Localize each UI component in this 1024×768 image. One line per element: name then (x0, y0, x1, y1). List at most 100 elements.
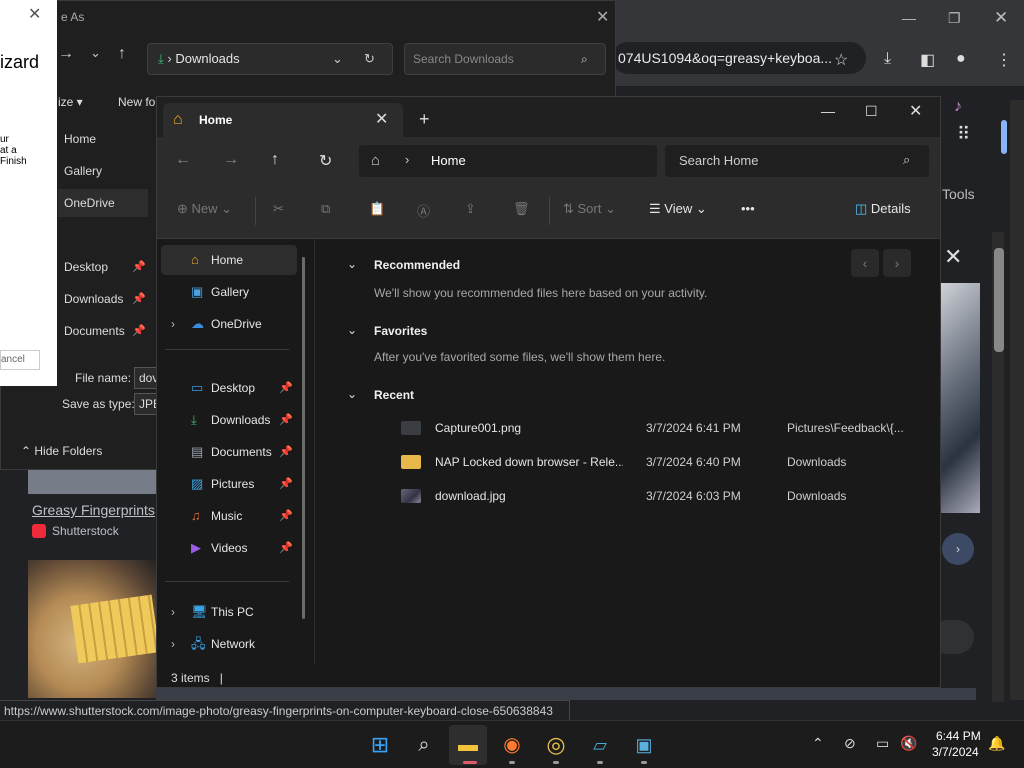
sidebar-item-pictures[interactable]: ▨ Pictures 📌 (161, 469, 297, 499)
copy-icon[interactable]: ⧉ (321, 201, 330, 217)
display-icon[interactable]: ▭ (876, 735, 889, 752)
address-dropdown-icon[interactable]: ⌄ (332, 44, 343, 74)
collapse-chevron-icon[interactable]: ⌄ (347, 323, 357, 337)
recent-dropdown-icon[interactable]: ⌄ (90, 45, 101, 61)
cut-icon[interactable]: ✂ (273, 201, 284, 217)
recommended-prev-button[interactable]: ‹ (851, 249, 879, 277)
close-preview-icon[interactable]: ✕ (944, 244, 962, 270)
collapse-chevron-icon[interactable]: ⌄ (347, 387, 357, 401)
sidebar-item-onedrive[interactable]: › ☁ OneDrive (161, 309, 297, 339)
tab-close-icon[interactable]: ✕ (375, 109, 388, 129)
rename-icon[interactable]: Ⓐ (417, 201, 430, 220)
breadcrumb[interactable]: Home (431, 153, 466, 168)
browser-minimize-icon[interactable]: — (902, 10, 916, 26)
wizard-cancel-button[interactable]: ancel (0, 350, 40, 370)
pin-icon[interactable]: 📌 (279, 437, 293, 467)
save-as-address-bar[interactable]: ⤓ › Downloads ⌄ ↻ (147, 43, 393, 75)
save-as-close-icon[interactable]: ✕ (596, 7, 609, 27)
save-as-sidebar-documents[interactable]: Documents 📌 (58, 317, 148, 345)
paste-icon[interactable]: 📋 (369, 201, 385, 217)
hide-folders-button[interactable]: ⌃ Hide Folders (21, 444, 102, 458)
minimize-icon[interactable]: — (821, 103, 835, 119)
more-options-button[interactable]: ••• (741, 201, 755, 216)
sidebar-item-music[interactable]: ♫ Music 📌 (161, 501, 297, 531)
pin-icon[interactable]: 📌 (279, 469, 293, 499)
address-bar[interactable]: ⌂ › Home (359, 145, 657, 177)
result-source[interactable]: Shutterstock (32, 524, 119, 538)
list-item[interactable]: Capture001.png 3/7/2024 6:41 PM Pictures… (401, 415, 921, 443)
start-windows-icon[interactable]: ⊞ (366, 731, 394, 759)
sidebar-item-desktop[interactable]: ▭ Desktop 📌 (161, 373, 297, 403)
omnibox[interactable]: 074US1094&oq=greasy+keyboa... (612, 42, 866, 74)
side-panel-icon[interactable]: ◧ (920, 50, 935, 70)
pane-splitter[interactable] (314, 239, 315, 665)
expand-chevron-icon[interactable]: › (171, 597, 175, 627)
expand-chevron-icon[interactable]: › (171, 629, 175, 659)
sidebar-item-network[interactable]: › 🖧 Network (161, 629, 297, 659)
clock-time[interactable]: 6:44 PM (936, 729, 981, 743)
section-title-recommended[interactable]: Recommended (374, 258, 460, 272)
profile-icon[interactable]: ● (956, 50, 966, 68)
download-icon[interactable]: ⤓ (884, 50, 891, 68)
forward-arrow-icon[interactable]: → (58, 45, 74, 63)
pin-icon[interactable]: 📌 (279, 373, 293, 403)
list-item[interactable]: download.jpg 3/7/2024 6:03 PM Downloads (401, 483, 921, 511)
browser-restore-icon[interactable]: ❐ (948, 10, 961, 27)
chrome-icon[interactable]: ◎ (542, 731, 570, 759)
refresh-icon[interactable]: ↻ (364, 44, 375, 74)
sidebar-item-home[interactable]: ⌂ Home (161, 245, 297, 275)
wizard-close-icon[interactable]: ✕ (28, 4, 41, 24)
save-as-sidebar-downloads[interactable]: Downloads 📌 (58, 285, 148, 313)
section-title-recent[interactable]: Recent (374, 388, 414, 402)
maximize-icon[interactable]: ☐ (865, 103, 878, 120)
save-as-sidebar-gallery[interactable]: Gallery (58, 157, 148, 185)
tools-label[interactable]: Tools (942, 186, 975, 202)
tab-home[interactable]: ⌂ Home ✕ (163, 103, 403, 137)
pin-icon[interactable]: 📌 (279, 405, 293, 435)
search-input[interactable]: Search Home ⌕ (665, 145, 929, 177)
clock-date[interactable]: 3/7/2024 (932, 745, 979, 759)
up-arrow-icon[interactable]: ↑ (118, 45, 126, 63)
firefox-icon[interactable]: ◉ (498, 731, 526, 759)
chrome-menu-icon[interactable]: ⋮ (996, 50, 1012, 70)
horizontal-scrollbar[interactable] (570, 704, 990, 718)
back-arrow-icon[interactable]: ← (175, 151, 191, 169)
installer-icon[interactable]: ▣ (630, 731, 658, 759)
search-icon[interactable]: ⌕ (410, 731, 438, 759)
new-tab-button[interactable]: + (419, 109, 430, 130)
new-button[interactable]: ⊕ New ⌄ (177, 201, 232, 217)
list-item[interactable]: NAP Locked down browser - Rele... 3/7/20… (401, 449, 921, 477)
refresh-icon[interactable]: ↻ (319, 151, 332, 171)
up-arrow-icon[interactable]: ↑ (271, 151, 279, 169)
browser-scroll-thumb[interactable] (1001, 120, 1007, 154)
recommended-next-button[interactable]: › (883, 249, 911, 277)
details-button[interactable]: ◫ Details (855, 201, 911, 217)
forward-arrow-icon[interactable]: → (223, 151, 239, 169)
pin-icon[interactable]: 📌 (279, 533, 293, 563)
sidebar-item-gallery[interactable]: ▣ Gallery (161, 277, 297, 307)
sidebar-item-downloads[interactable]: ⤓ Downloads 📌 (161, 405, 297, 435)
expand-chevron-icon[interactable]: › (171, 309, 175, 339)
collapse-chevron-icon[interactable]: ⌄ (347, 257, 357, 271)
result-thumbnail[interactable] (28, 470, 156, 494)
save-as-search-input[interactable]: Search Downloads ⌕ (404, 43, 606, 75)
sidebar-item-this-pc[interactable]: › 🖥 This PC (161, 597, 297, 627)
show-hidden-icons-chevron-icon[interactable]: ⌃ (812, 735, 824, 752)
sort-button[interactable]: ⇅ Sort ⌄ (563, 201, 616, 217)
file-explorer-icon[interactable]: ▬ (454, 731, 482, 759)
bookmark-star-icon[interactable]: ☆ (834, 50, 848, 70)
network-offline-icon[interactable]: ⊘ (844, 735, 856, 752)
save-as-sidebar-desktop[interactable]: Desktop 📌 (58, 253, 148, 281)
new-folder-button[interactable]: New fol (118, 95, 158, 109)
browser-close-icon[interactable]: ✕ (994, 8, 1008, 28)
volume-muted-icon[interactable]: 🔇 (900, 735, 917, 752)
app-window-icon[interactable]: ▱ (586, 731, 614, 759)
sidebar-item-videos[interactable]: ▶ Videos 📌 (161, 533, 297, 563)
nav-scrollbar[interactable] (302, 257, 305, 619)
apps-grid-icon[interactable]: ⠿ (957, 124, 970, 145)
close-icon[interactable]: ✕ (909, 101, 922, 121)
next-image-button[interactable]: › (942, 533, 974, 565)
save-as-sidebar-onedrive[interactable]: OneDrive (58, 189, 148, 217)
save-as-sidebar-home[interactable]: Home (58, 125, 148, 153)
browser-scrollbar[interactable] (1010, 100, 1024, 700)
